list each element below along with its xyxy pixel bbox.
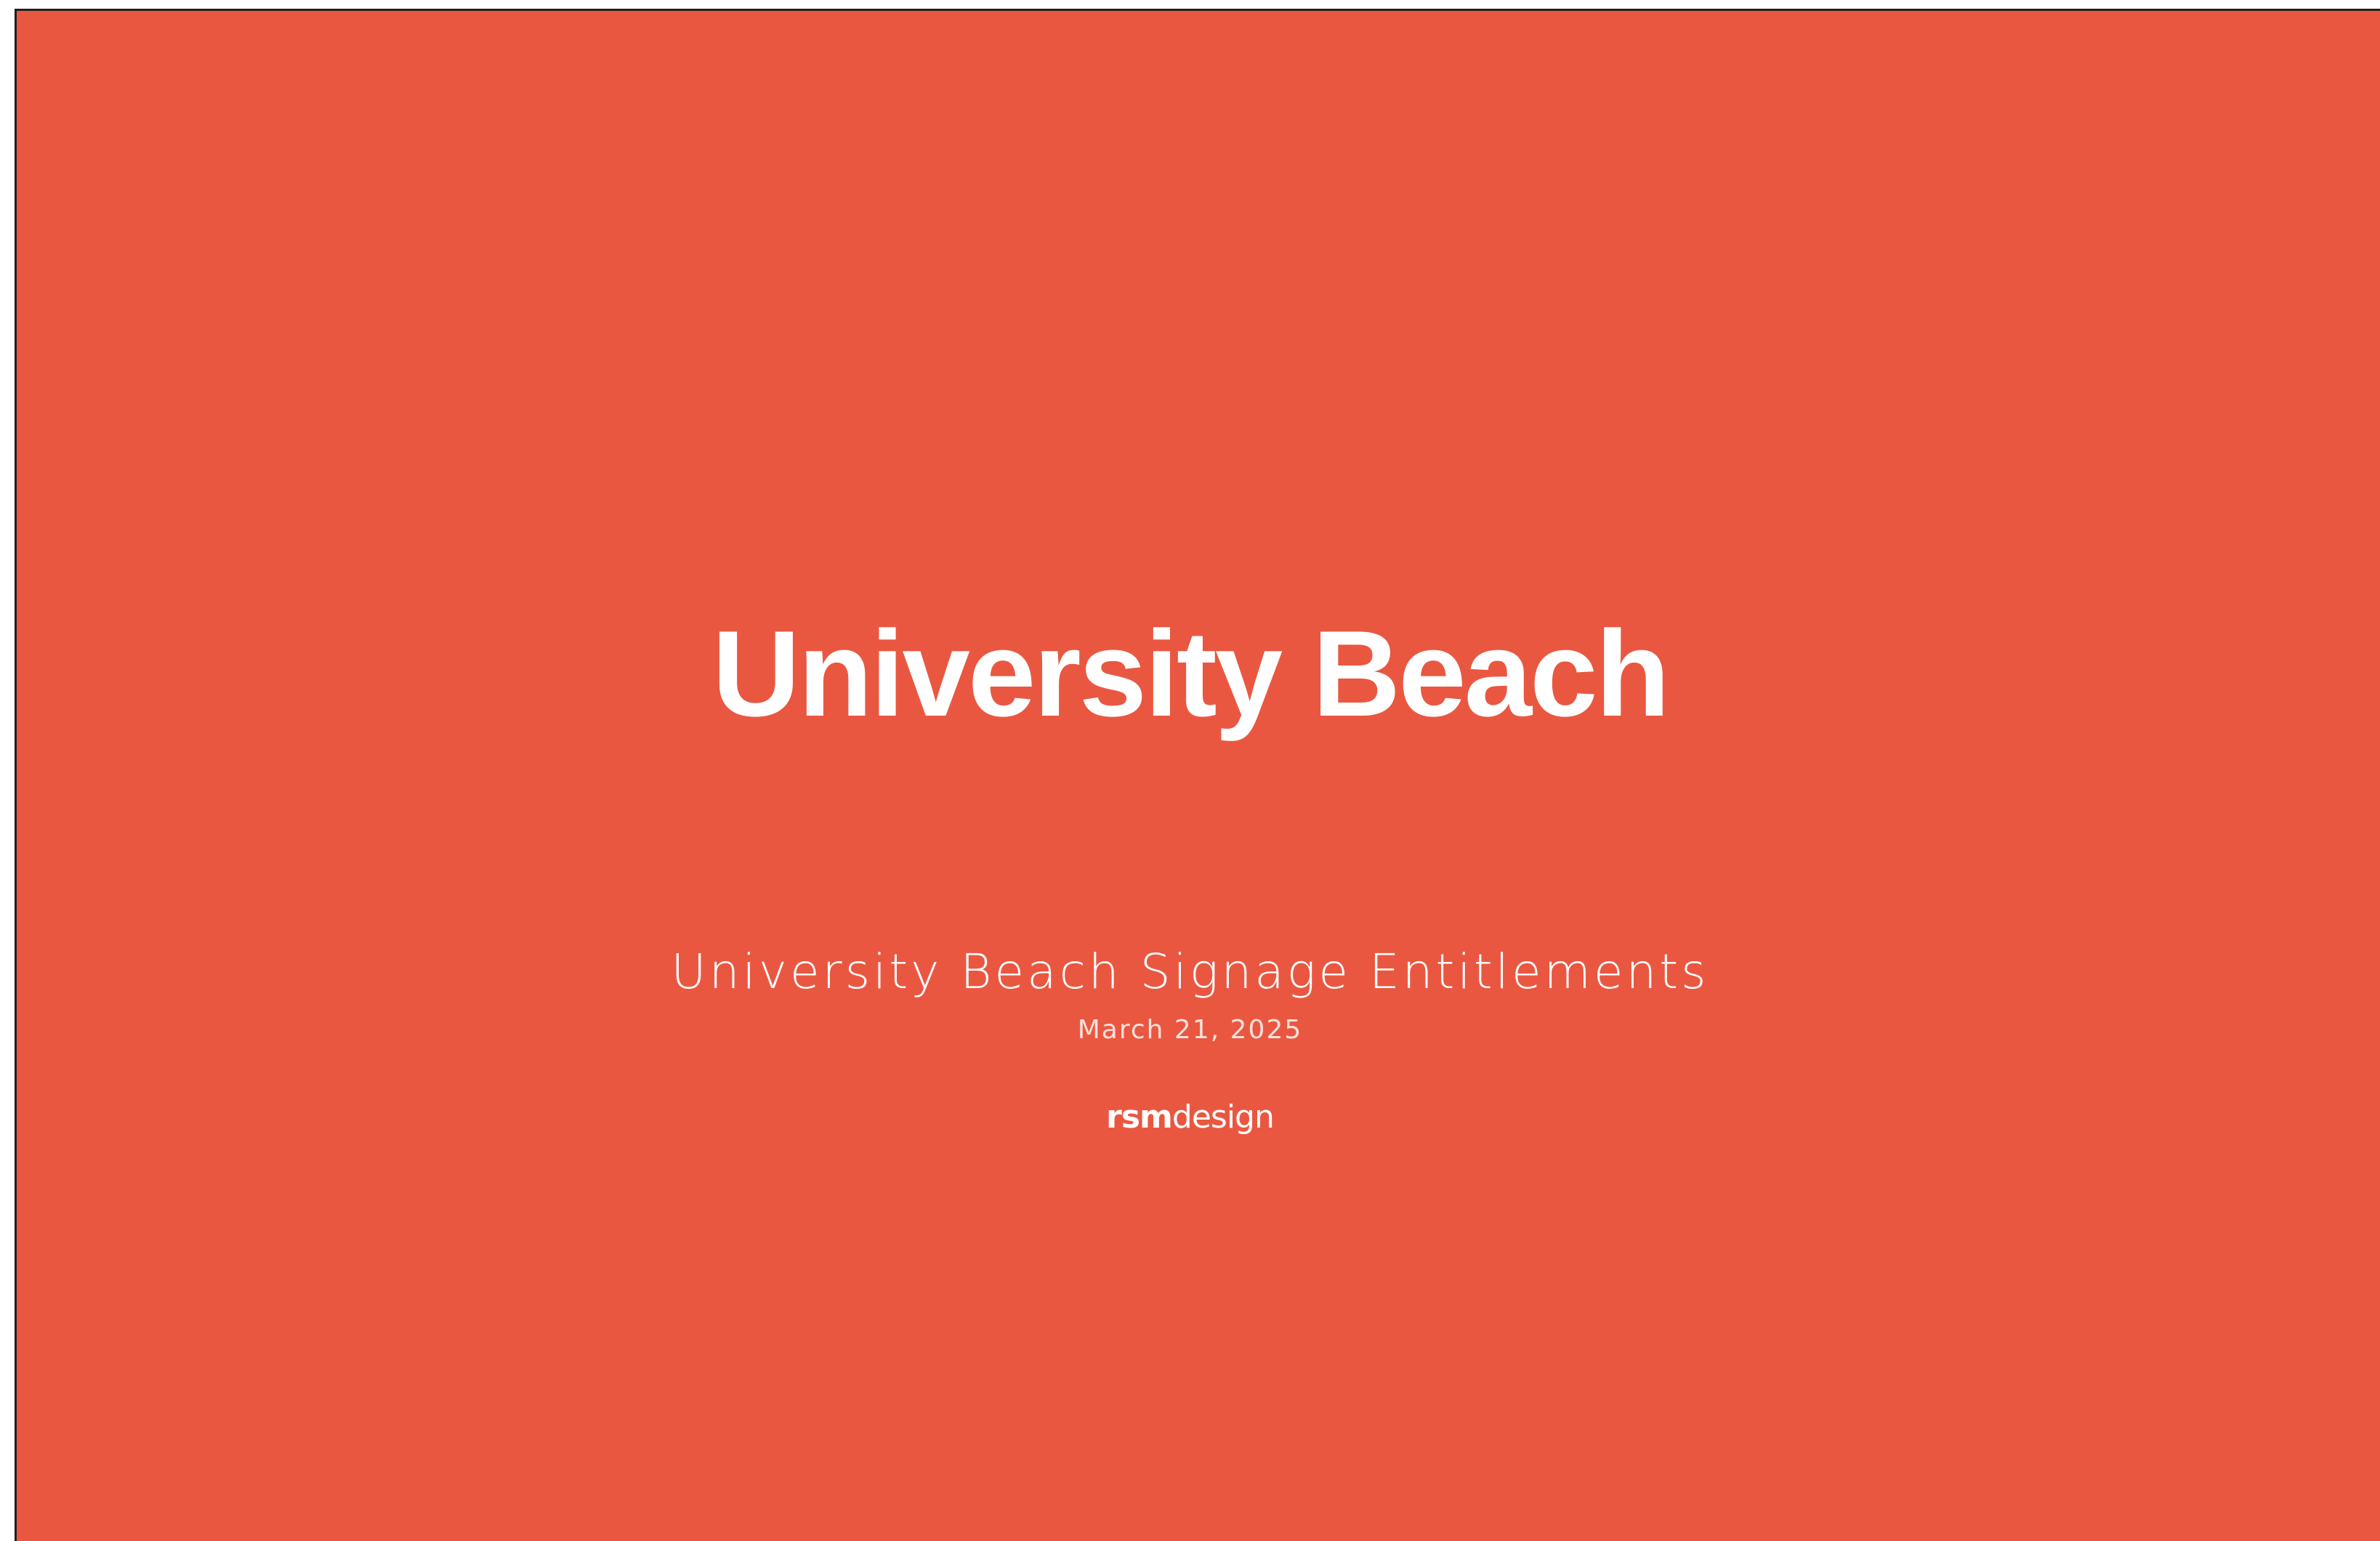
title-slide — [15, 9, 2380, 1541]
logo-wordmark-bold: rsm — [1106, 1099, 1173, 1136]
slide-subtitle: University Beach Signage Entitlements — [671, 944, 1709, 1000]
page: University Beach University Beach Signag… — [0, 0, 2380, 1541]
slide-date: March 21, 2025 — [1077, 1015, 1303, 1045]
company-logo: rsmdesign — [0, 1096, 2380, 1139]
logo-wordmark-regular: design — [1171, 1099, 1275, 1136]
slide-title: University Beach — [711, 605, 1670, 742]
